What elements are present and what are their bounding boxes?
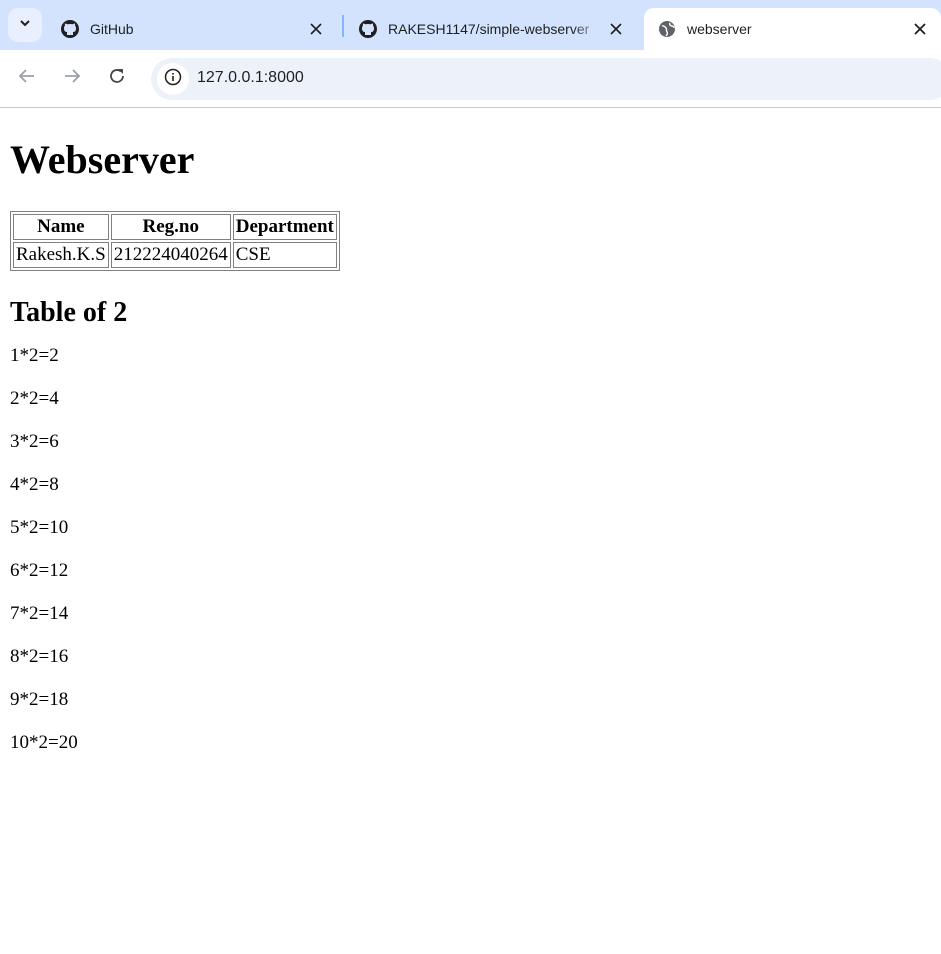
reload-icon: [108, 67, 126, 90]
back-button[interactable]: [13, 64, 41, 92]
list-item: 10*2=20: [10, 732, 78, 753]
tab-simple-webserver[interactable]: RAKESH1147/simple-webserver: [345, 8, 637, 50]
list-item: 9*2=18: [10, 689, 69, 710]
list-item: 5*2=10: [10, 517, 69, 538]
github-icon: [358, 19, 378, 39]
student-table: Name Reg.no Department Rakesh.K.S 212224…: [10, 211, 340, 271]
list-item: 8*2=16: [10, 646, 69, 667]
tab-strip: GitHub RAKESH1147/simple-webserver webse…: [0, 0, 941, 50]
column-header-name: Name: [13, 214, 109, 240]
chevron-down-icon: [18, 16, 32, 35]
arrow-left-icon: [18, 67, 36, 90]
page-content: Webserver Name Reg.no Department Rakesh.…: [0, 109, 941, 775]
page-title: Webserver: [10, 137, 195, 182]
tab-title: RAKESH1147/simple-webserver: [388, 21, 590, 37]
close-icon[interactable]: [908, 17, 932, 41]
column-header-regno: Reg.no: [110, 214, 231, 240]
table-header-row: Name Reg.no Department: [13, 214, 337, 240]
cell-regno: 212224040264: [110, 242, 231, 268]
address-bar[interactable]: 127.0.0.1:8000: [151, 58, 941, 100]
multiplication-list: 1*2=2 2*2=4 3*2=6 4*2=8 5*2=10 6*2=12 7*…: [10, 345, 941, 754]
table-row: Rakesh.K.S 212224040264 CSE: [13, 242, 337, 268]
url-text[interactable]: 127.0.0.1:8000: [197, 69, 304, 87]
browser-toolbar: 127.0.0.1:8000: [0, 50, 941, 108]
tab-title: webserver: [687, 21, 752, 37]
globe-icon: [657, 19, 677, 39]
column-header-department: Department: [232, 214, 337, 240]
close-icon[interactable]: [604, 17, 628, 41]
forward-button[interactable]: [58, 64, 86, 92]
tab-search-button[interactable]: [8, 8, 42, 42]
list-item: 6*2=12: [10, 560, 69, 581]
reload-button[interactable]: [103, 64, 131, 92]
github-icon: [60, 19, 80, 39]
cell-name: Rakesh.K.S: [13, 242, 109, 268]
list-item: 7*2=14: [10, 603, 69, 624]
cell-department: CSE: [232, 242, 337, 268]
tab-separator: [342, 15, 344, 37]
list-item: 3*2=6: [10, 431, 59, 452]
tab-title: GitHub: [90, 21, 134, 37]
list-item: 1*2=2: [10, 345, 59, 366]
list-item: 4*2=8: [10, 474, 59, 495]
info-icon: [164, 68, 182, 91]
arrow-right-icon: [63, 67, 81, 90]
section-heading: Table of 2: [10, 297, 128, 328]
tab-github[interactable]: GitHub: [47, 8, 337, 50]
close-icon[interactable]: [304, 17, 328, 41]
tab-webserver[interactable]: webserver: [644, 8, 941, 50]
site-info-button[interactable]: [157, 63, 189, 95]
list-item: 2*2=4: [10, 388, 59, 409]
